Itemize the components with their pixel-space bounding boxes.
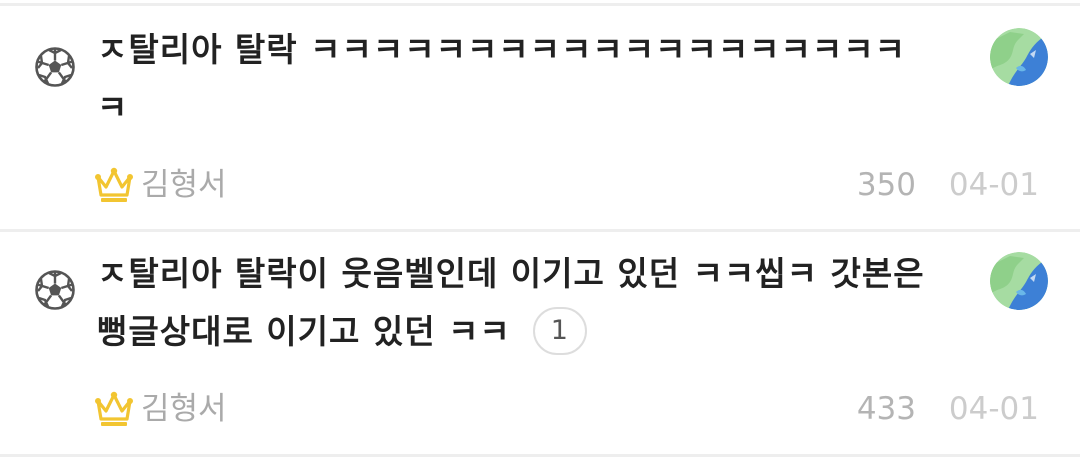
view-count: 350 xyxy=(856,167,916,203)
post-title-text[interactable]: ㅈ탈리아 탈락이 웃음벨인데 이기고 있던 ㅋㅋ씹ㅋ 갓본은 뻥글상대로 이기고… xyxy=(97,254,925,351)
divider xyxy=(0,454,1080,457)
comment-count-badge[interactable]: 1 xyxy=(532,306,587,355)
soccer-ball-icon xyxy=(35,270,75,310)
post-date: 04-01 xyxy=(948,167,1039,203)
avatar[interactable] xyxy=(990,28,1048,86)
author-name[interactable]: 김형서 xyxy=(141,163,227,207)
crown-icon xyxy=(95,167,133,202)
post-date: 04-01 xyxy=(948,391,1039,427)
soccer-ball-icon xyxy=(35,47,75,87)
post-meta: 김형서 433 04-01 xyxy=(0,387,1080,431)
post-meta: 김형서 350 04-01 xyxy=(0,163,1080,207)
view-count: 433 xyxy=(856,391,916,427)
crown-icon xyxy=(95,391,133,426)
post-item[interactable]: ㅈ탈리아 탈락 ㅋㅋㅋㅋㅋㅋㅋㅋㅋㅋㅋㅋㅋㅋㅋㅋㅋㅋㅋㅋ 김형서 350 04-… xyxy=(0,0,1080,229)
post-title[interactable]: ㅈ탈리아 탈락이 웃음벨인데 이기고 있던 ㅋㅋ씹ㅋ 갓본은 뻥글상대로 이기고… xyxy=(97,245,927,361)
avatar[interactable] xyxy=(990,252,1048,310)
post-item[interactable]: ㅈ탈리아 탈락이 웃음벨인데 이기고 있던 ㅋㅋ씹ㅋ 갓본은 뻥글상대로 이기고… xyxy=(0,232,1080,454)
post-list: ㅈ탈리아 탈락 ㅋㅋㅋㅋㅋㅋㅋㅋㅋㅋㅋㅋㅋㅋㅋㅋㅋㅋㅋㅋ 김형서 350 04-… xyxy=(0,0,1080,465)
author-name[interactable]: 김형서 xyxy=(141,387,227,431)
post-title[interactable]: ㅈ탈리아 탈락 ㅋㅋㅋㅋㅋㅋㅋㅋㅋㅋㅋㅋㅋㅋㅋㅋㅋㅋㅋㅋ xyxy=(97,21,927,137)
